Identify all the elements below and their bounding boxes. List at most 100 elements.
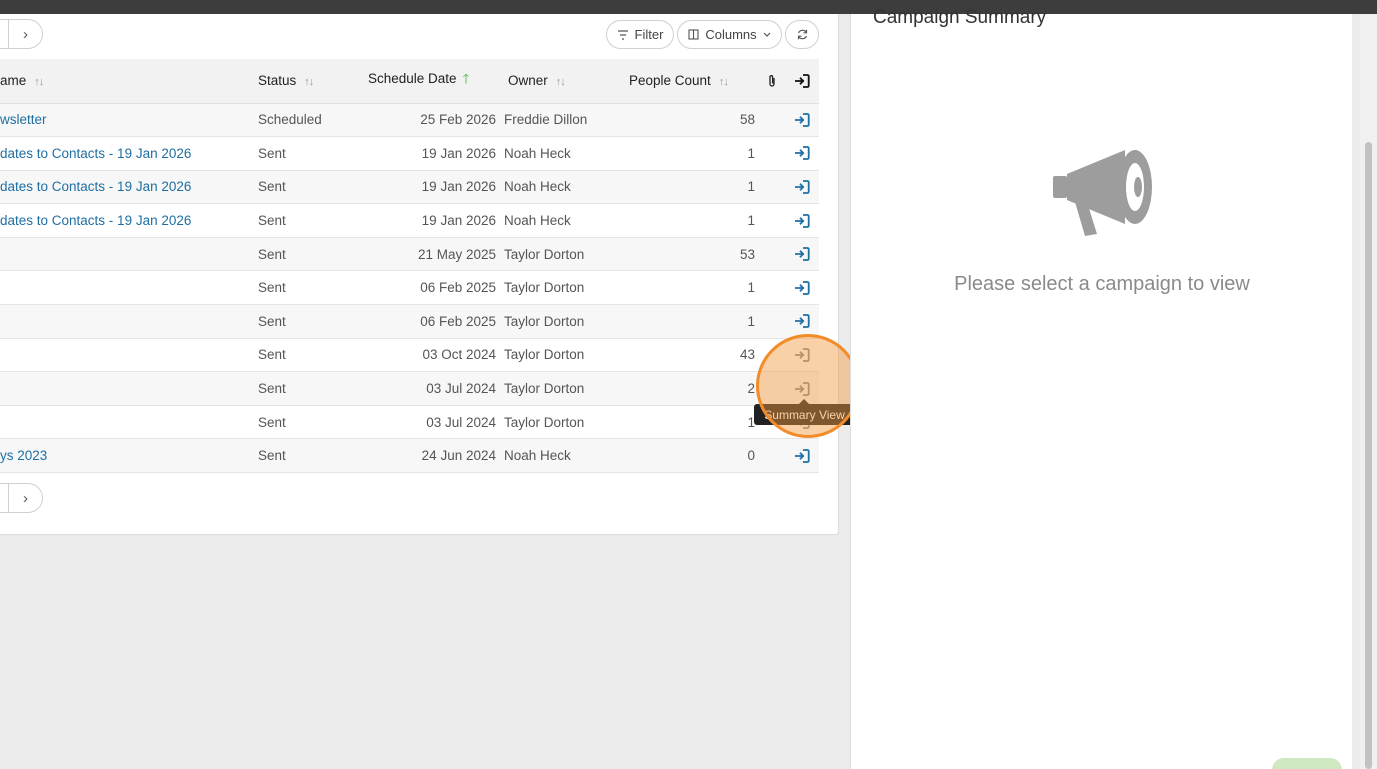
sort-icon[interactable]: ↑↓ [719,76,729,88]
table-row[interactable]: dates to Contacts - 19 Jan 2026 Sent 19 Ja… [0,170,819,205]
scrollbar-thumb[interactable] [1365,142,1372,769]
sort-icon[interactable]: ↑↓ [556,76,566,88]
owner-cell: Noah Heck [504,438,629,474]
header-status[interactable]: Status ↑↓ [258,59,368,104]
table-row[interactable]: Sent 03 Oct 2024 Taylor Dorton 43 [0,338,819,373]
summary-view-button[interactable] [785,270,819,306]
summary-view-button[interactable] [785,438,819,474]
summary-view-button[interactable] [785,203,819,238]
status-cell: Sent [258,203,368,238]
header-people-count[interactable]: People Count ↑↓ [629,59,758,104]
campaign-name-link[interactable] [0,270,258,306]
next-page-button[interactable]: › [9,20,42,48]
columns-label: Columns [705,27,757,42]
people-count-cell: 2 [629,371,758,406]
header-action [785,59,819,104]
filter-label: Filter [634,27,664,42]
table-row[interactable]: Sent 06 Feb 2025 Taylor Dorton 1 [0,270,819,306]
pager-top[interactable]: › [0,19,43,49]
table-row[interactable]: wsletter Scheduled 25 Feb 2026 Freddie Dill… [0,103,819,138]
attachment-cell [758,136,785,171]
attachment-cell [758,237,785,272]
pager-bottom[interactable]: › [0,483,43,513]
status-cell: Sent [258,237,368,272]
people-count-cell: 58 [629,103,758,138]
people-count-cell: 53 [629,237,758,272]
header-owner[interactable]: Owner ↑↓ [504,59,629,104]
owner-cell: Taylor Dorton [504,270,629,306]
empty-state-message: Please select a campaign to view [954,273,1250,295]
people-count-cell: 0 [629,438,758,474]
columns-icon [688,29,699,40]
attachment-cell [758,270,785,306]
summary-view-button[interactable] [785,170,819,205]
columns-button[interactable]: Columns [677,20,782,49]
refresh-button[interactable] [785,20,819,49]
campaign-table: ame ↑↓ Status ↑↓ Schedule Date 🡑 Owner ↑↓ Pe… [0,59,819,474]
campaign-name-link[interactable]: wsletter [0,103,258,138]
owner-cell: Noah Heck [504,136,629,171]
people-count-cell: 1 [629,304,758,339]
table-row[interactable]: Sent 03 Jul 2024 Taylor Dorton 2 [0,371,819,406]
schedule-date-cell: 06 Feb 2025 [368,270,504,306]
filter-button[interactable]: Filter [606,20,674,49]
campaign-name-link[interactable]: ys 2023 [0,438,258,474]
next-page-button[interactable]: › [9,484,42,512]
click-highlight [756,334,860,438]
login-icon [795,247,810,262]
help-button[interactable] [1272,758,1342,769]
status-cell: Sent [258,338,368,373]
owner-cell: Noah Heck [504,170,629,205]
summary-view-button[interactable] [785,103,819,138]
table-row[interactable]: dates to Contacts - 19 Jan 2026 Sent 19 Ja… [0,203,819,238]
header-schedule-date[interactable]: Schedule Date 🡑 [368,59,504,104]
login-icon [795,448,810,463]
table-row[interactable]: Sent 06 Feb 2025 Taylor Dorton 1 [0,304,819,339]
people-count-cell: 1 [629,136,758,171]
status-cell: Sent [258,136,368,171]
table-row[interactable]: Sent 03 Jul 2024 Taylor Dorton 1 [0,405,819,440]
owner-cell: Taylor Dorton [504,237,629,272]
campaign-name-link[interactable]: dates to Contacts - 19 Jan 2026 [0,136,258,171]
summary-view-button[interactable] [785,304,819,339]
status-cell: Sent [258,170,368,205]
table-row[interactable]: Sent 21 May 2025 Taylor Dorton 53 [0,237,819,272]
owner-cell: Taylor Dorton [504,371,629,406]
campaign-name-link[interactable] [0,371,258,406]
people-count-cell: 1 [629,405,758,440]
attachment-cell [758,170,785,205]
campaign-name-link[interactable] [0,237,258,272]
login-icon [795,213,810,228]
owner-cell: Noah Heck [504,203,629,238]
table-row[interactable]: ys 2023 Sent 24 Jun 2024 Noah Heck 0 [0,438,819,474]
status-cell: Sent [258,438,368,474]
people-count-cell: 1 [629,270,758,306]
schedule-date-cell: 03 Jul 2024 [368,405,504,440]
header-attachment[interactable] [758,59,785,104]
top-bar [0,0,1377,14]
schedule-date-cell: 06 Feb 2025 [368,304,504,339]
campaign-name-link[interactable] [0,338,258,373]
schedule-date-cell: 03 Jul 2024 [368,371,504,406]
status-cell: Sent [258,270,368,306]
summary-view-button[interactable] [785,237,819,272]
attachment-icon [768,74,775,87]
table-row[interactable]: dates to Contacts - 19 Jan 2026 Sent 19 Ja… [0,136,819,171]
scrollbar[interactable] [1360,14,1377,769]
sort-icon[interactable]: ↑↓ [304,76,314,88]
login-icon [795,112,810,127]
status-cell: Sent [258,371,368,406]
campaign-name-link[interactable] [0,405,258,440]
campaign-name-link[interactable] [0,304,258,339]
schedule-date-cell: 24 Jun 2024 [368,438,504,474]
campaign-name-link[interactable]: dates to Contacts - 19 Jan 2026 [0,203,258,238]
schedule-date-cell: 25 Feb 2026 [368,103,504,138]
summary-view-button[interactable] [785,136,819,171]
sort-ascending-icon[interactable]: 🡑 [463,71,470,86]
sort-icon[interactable]: ↑↓ [34,76,44,88]
header-name[interactable]: ame ↑↓ [0,59,258,104]
login-icon [795,146,810,161]
filter-icon [617,29,628,40]
campaign-name-link[interactable]: dates to Contacts - 19 Jan 2026 [0,170,258,205]
schedule-date-cell: 21 May 2025 [368,237,504,272]
